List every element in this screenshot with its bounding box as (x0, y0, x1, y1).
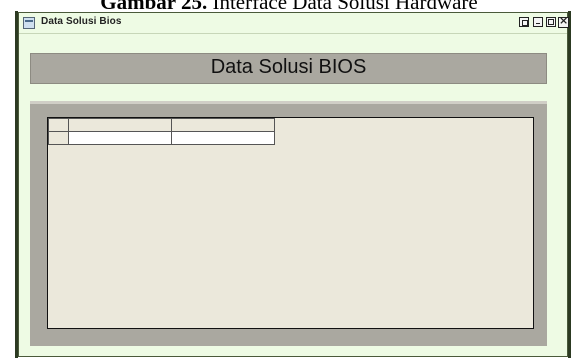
content-panel (30, 101, 547, 346)
grid-cell[interactable] (171, 131, 275, 145)
data-grid[interactable] (47, 117, 534, 329)
window-title: Data Solusi Bios (41, 16, 122, 27)
grid-cell[interactable] (68, 131, 172, 145)
grid-table (48, 118, 275, 145)
application-window: Data Solusi Bios Data Solusi BIOS (15, 11, 571, 358)
window-border-left[interactable] (15, 11, 18, 358)
title-bar[interactable]: Data Solusi Bios (19, 13, 569, 34)
window-border-right[interactable] (568, 11, 571, 358)
figure-caption: Gambar 25. Interface Data Solusi Hardwar… (0, 0, 578, 12)
window-icon (23, 17, 35, 29)
grid-header-row (48, 118, 275, 132)
page-title: Data Solusi BIOS (210, 56, 367, 78)
column-header[interactable] (68, 118, 172, 132)
grid-corner-cell[interactable] (48, 118, 69, 132)
column-header[interactable] (171, 118, 275, 132)
minimize-icon[interactable] (533, 17, 543, 27)
close-icon[interactable] (558, 14, 569, 28)
row-header[interactable] (48, 131, 69, 145)
caption-figure-number: Gambar 25. (100, 0, 208, 12)
restore-icon[interactable] (519, 17, 529, 27)
maximize-icon[interactable] (546, 17, 556, 27)
caption-text: Interface Data Solusi Hardware (207, 0, 478, 12)
header-panel: Data Solusi BIOS (30, 53, 547, 84)
table-row (48, 131, 275, 145)
